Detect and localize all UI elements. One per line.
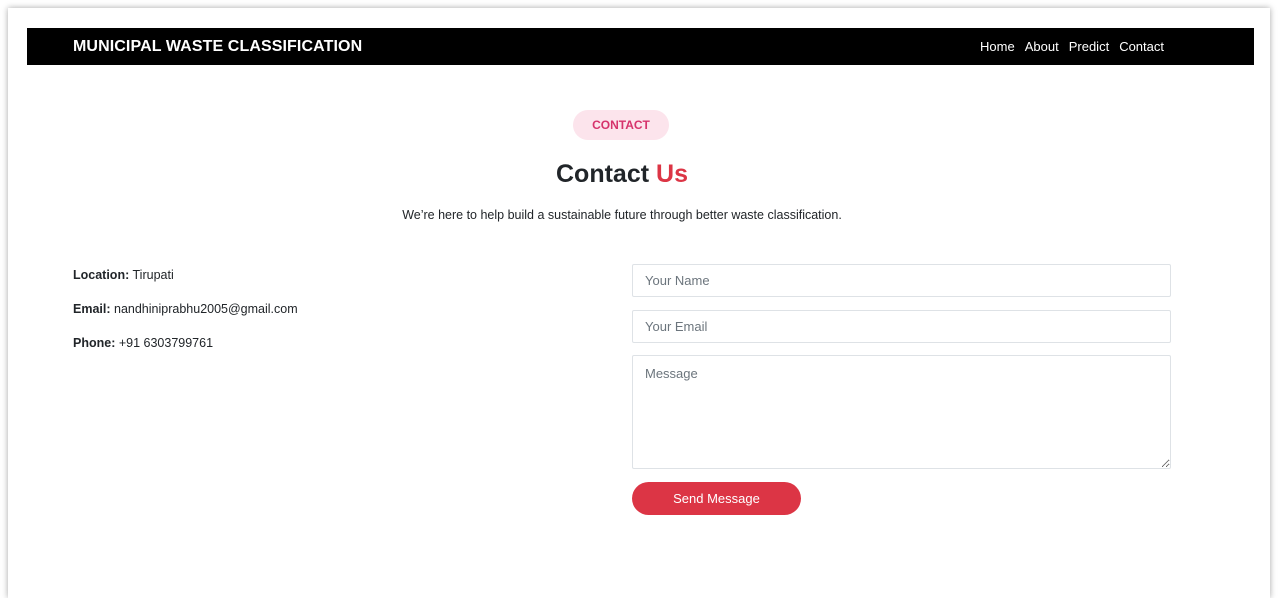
location-label: Location: bbox=[73, 268, 130, 282]
send-message-button[interactable]: Send Message bbox=[632, 482, 801, 515]
nav-links: Home About Predict Contact bbox=[980, 39, 1164, 54]
location-row: Location: Tirupati bbox=[73, 267, 298, 283]
navbar: MUNICIPAL WASTE CLASSIFICATION Home Abou… bbox=[27, 28, 1254, 65]
location-value: Tirupati bbox=[132, 268, 174, 282]
nav-link-home[interactable]: Home bbox=[980, 39, 1015, 54]
nav-link-about[interactable]: About bbox=[1025, 39, 1059, 54]
nav-link-contact[interactable]: Contact bbox=[1119, 39, 1164, 54]
contact-info: Location: Tirupati Email: nandhiniprabhu… bbox=[73, 267, 298, 369]
email-row: Email: nandhiniprabhu2005@gmail.com bbox=[73, 301, 298, 317]
phone-label: Phone: bbox=[73, 336, 116, 350]
nav-link-predict[interactable]: Predict bbox=[1069, 39, 1109, 54]
message-textarea[interactable] bbox=[632, 355, 1171, 469]
email-value: nandhiniprabhu2005@gmail.com bbox=[114, 302, 298, 316]
brand-title[interactable]: MUNICIPAL WASTE CLASSIFICATION bbox=[73, 38, 362, 56]
phone-value: +91 6303799761 bbox=[118, 336, 214, 350]
email-input[interactable] bbox=[632, 310, 1171, 343]
phone-row: Phone: +91 6303799761 bbox=[73, 335, 298, 351]
section-badge: CONTACT bbox=[573, 110, 669, 140]
email-label: Email: bbox=[73, 302, 111, 316]
page-title: Contact Us bbox=[0, 160, 1244, 189]
name-input[interactable] bbox=[632, 264, 1171, 297]
title-main: Contact bbox=[556, 160, 650, 188]
page-subtitle: We’re here to help build a sustainable f… bbox=[402, 208, 842, 222]
title-accent: Us bbox=[656, 160, 688, 188]
